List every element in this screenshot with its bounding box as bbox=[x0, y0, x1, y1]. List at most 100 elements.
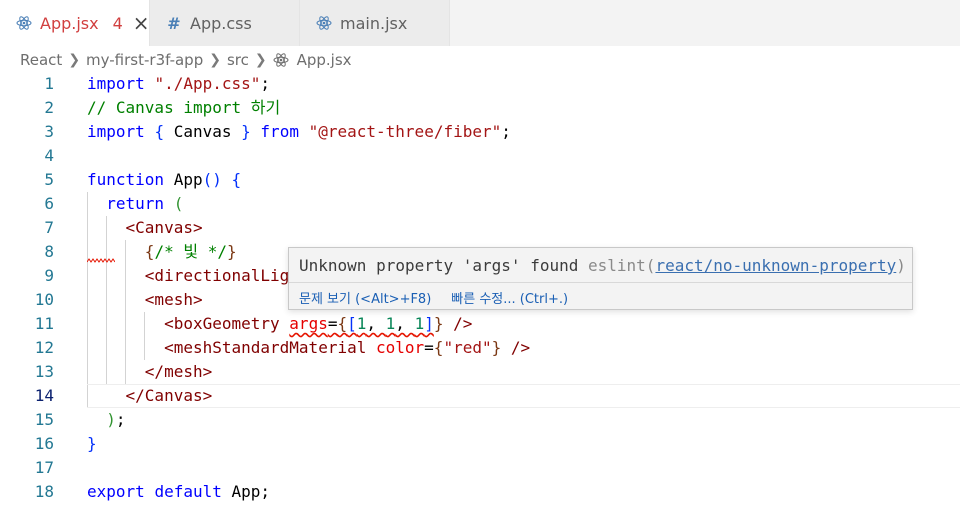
code-line[interactable]: 17 bbox=[0, 456, 960, 480]
line-code: function App() { bbox=[87, 168, 241, 192]
code-line[interactable]: 16} bbox=[0, 432, 960, 456]
code-line[interactable]: 2 // Canvas import 하기 bbox=[0, 96, 960, 120]
line-code: <meshStandardMaterial color={"red"} /> bbox=[87, 336, 530, 360]
tab-label: main.jsx bbox=[340, 13, 408, 33]
error-token: 1 bbox=[385, 314, 396, 333]
problem-text: Unknown property 'args' found bbox=[299, 256, 579, 275]
code-token: } bbox=[241, 122, 251, 141]
code-line[interactable]: 7 <Canvas> bbox=[0, 216, 960, 240]
code-line[interactable]: 14 </Canvas> bbox=[0, 384, 960, 408]
breadcrumb-item-file[interactable]: App.jsx bbox=[273, 51, 352, 69]
line-number: 10 bbox=[34, 290, 54, 309]
code-token: { bbox=[144, 242, 155, 261]
code-token: { bbox=[231, 170, 242, 189]
rule-link[interactable]: react/no-unknown-property bbox=[655, 256, 896, 275]
line-number: 3 bbox=[44, 122, 54, 141]
code-line[interactable]: 1 import "./App.css"; bbox=[0, 72, 960, 96]
code-token: return bbox=[106, 194, 165, 213]
line-code: import { Canvas } from "@react-three/fib… bbox=[87, 120, 511, 144]
line-code: export default App; bbox=[87, 480, 270, 504]
line-code: {/* 빛 */} bbox=[87, 240, 237, 264]
breadcrumb: React ❯ my-first-r3f-app ❯ src ❯ App.jsx bbox=[0, 46, 960, 74]
code-token: <directionalLig bbox=[144, 266, 290, 285]
code-token: Canvas bbox=[164, 122, 242, 141]
error-token: args bbox=[289, 314, 328, 333]
code-token: </mesh> bbox=[144, 362, 213, 381]
code-token: /> bbox=[501, 338, 531, 357]
line-number: 6 bbox=[44, 194, 54, 213]
code-token: <boxGeometry bbox=[164, 314, 290, 333]
error-token: ] bbox=[424, 314, 434, 333]
code-token: = bbox=[424, 338, 434, 357]
close-icon[interactable]: × bbox=[133, 13, 150, 33]
code-token: } bbox=[87, 434, 97, 453]
line-number: 4 bbox=[44, 146, 54, 165]
code-token: } bbox=[226, 242, 237, 261]
code-token: default bbox=[154, 482, 222, 501]
code-token: ; bbox=[260, 74, 271, 93]
line-code: return ( bbox=[87, 192, 183, 216]
react-icon bbox=[273, 52, 289, 68]
line-code: import "./App.css"; bbox=[87, 72, 270, 96]
code-line[interactable]: 6 return ( bbox=[0, 192, 960, 216]
chevron-right-icon: ❯ bbox=[254, 52, 267, 68]
line-number: 14 bbox=[34, 386, 54, 405]
code-token: export bbox=[87, 482, 145, 501]
line-number: 11 bbox=[34, 314, 54, 333]
code-line[interactable]: 18 export default App; bbox=[0, 480, 960, 504]
line-number: 16 bbox=[34, 434, 54, 453]
breadcrumb-item-project[interactable]: my-first-r3f-app bbox=[86, 51, 203, 69]
line-code: } bbox=[87, 432, 97, 456]
problem-source: eslint bbox=[588, 256, 646, 275]
code-line[interactable]: 13 </mesh> bbox=[0, 360, 960, 384]
tab-app-jsx[interactable]: App.jsx 4 × bbox=[0, 0, 150, 46]
code-line[interactable]: 5 function App() { bbox=[0, 168, 960, 192]
line-number: 1 bbox=[44, 74, 54, 93]
line-number: 2 bbox=[44, 98, 54, 117]
code-line[interactable]: 12 <meshStandardMaterial color={"red"} /… bbox=[0, 336, 960, 360]
open-paren: ( bbox=[645, 256, 656, 275]
problem-count-badge: 4 bbox=[112, 13, 123, 33]
problem-hover-widget: Unknown property 'args' found eslint(rea… bbox=[288, 247, 913, 310]
current-line-highlight bbox=[87, 384, 960, 408]
line-number: 12 bbox=[34, 338, 54, 357]
quick-fix-link[interactable]: 빠른 수정... (Ctrl+.) bbox=[451, 288, 568, 307]
line-number: 9 bbox=[44, 266, 54, 285]
tab-label: App.css bbox=[190, 13, 252, 33]
error-token: { bbox=[337, 314, 348, 333]
code-line[interactable]: 4 bbox=[0, 144, 960, 168]
code-token: <mesh> bbox=[144, 290, 203, 309]
error-token: 1 bbox=[414, 314, 425, 333]
code-line[interactable]: 3 import { Canvas } from "@react-three/fi… bbox=[0, 120, 960, 144]
code-token: "./App.css" bbox=[154, 74, 261, 93]
breadcrumb-item-react[interactable]: React bbox=[20, 51, 62, 69]
code-token: import bbox=[87, 122, 145, 141]
chevron-right-icon: ❯ bbox=[209, 52, 221, 68]
code-token: App; bbox=[221, 482, 271, 501]
code-token: /* 빛 */ bbox=[154, 242, 227, 261]
tab-main-jsx[interactable]: main.jsx bbox=[300, 0, 450, 46]
code-token: </Canvas> bbox=[125, 386, 213, 405]
line-number: 7 bbox=[44, 218, 54, 237]
code-line[interactable]: 15 ); bbox=[0, 408, 960, 432]
tab-app-css[interactable]: # App.css bbox=[150, 0, 300, 46]
code-line[interactable]: 11 <boxGeometry args={[1, 1, 1]} /> bbox=[0, 312, 960, 336]
code-token: function bbox=[87, 170, 165, 189]
chevron-right-icon: ❯ bbox=[68, 52, 81, 68]
breadcrumb-file-label: App.jsx bbox=[296, 51, 352, 69]
view-problem-link[interactable]: 문제 보기 (<Alt>+F8) bbox=[299, 288, 431, 307]
error-token: [ bbox=[347, 314, 357, 333]
breadcrumb-item-src[interactable]: src bbox=[227, 51, 249, 69]
line-number: 18 bbox=[34, 482, 54, 501]
code-token: /> bbox=[443, 314, 473, 333]
line-code: <boxGeometry args={[1, 1, 1]} /> bbox=[87, 312, 472, 336]
